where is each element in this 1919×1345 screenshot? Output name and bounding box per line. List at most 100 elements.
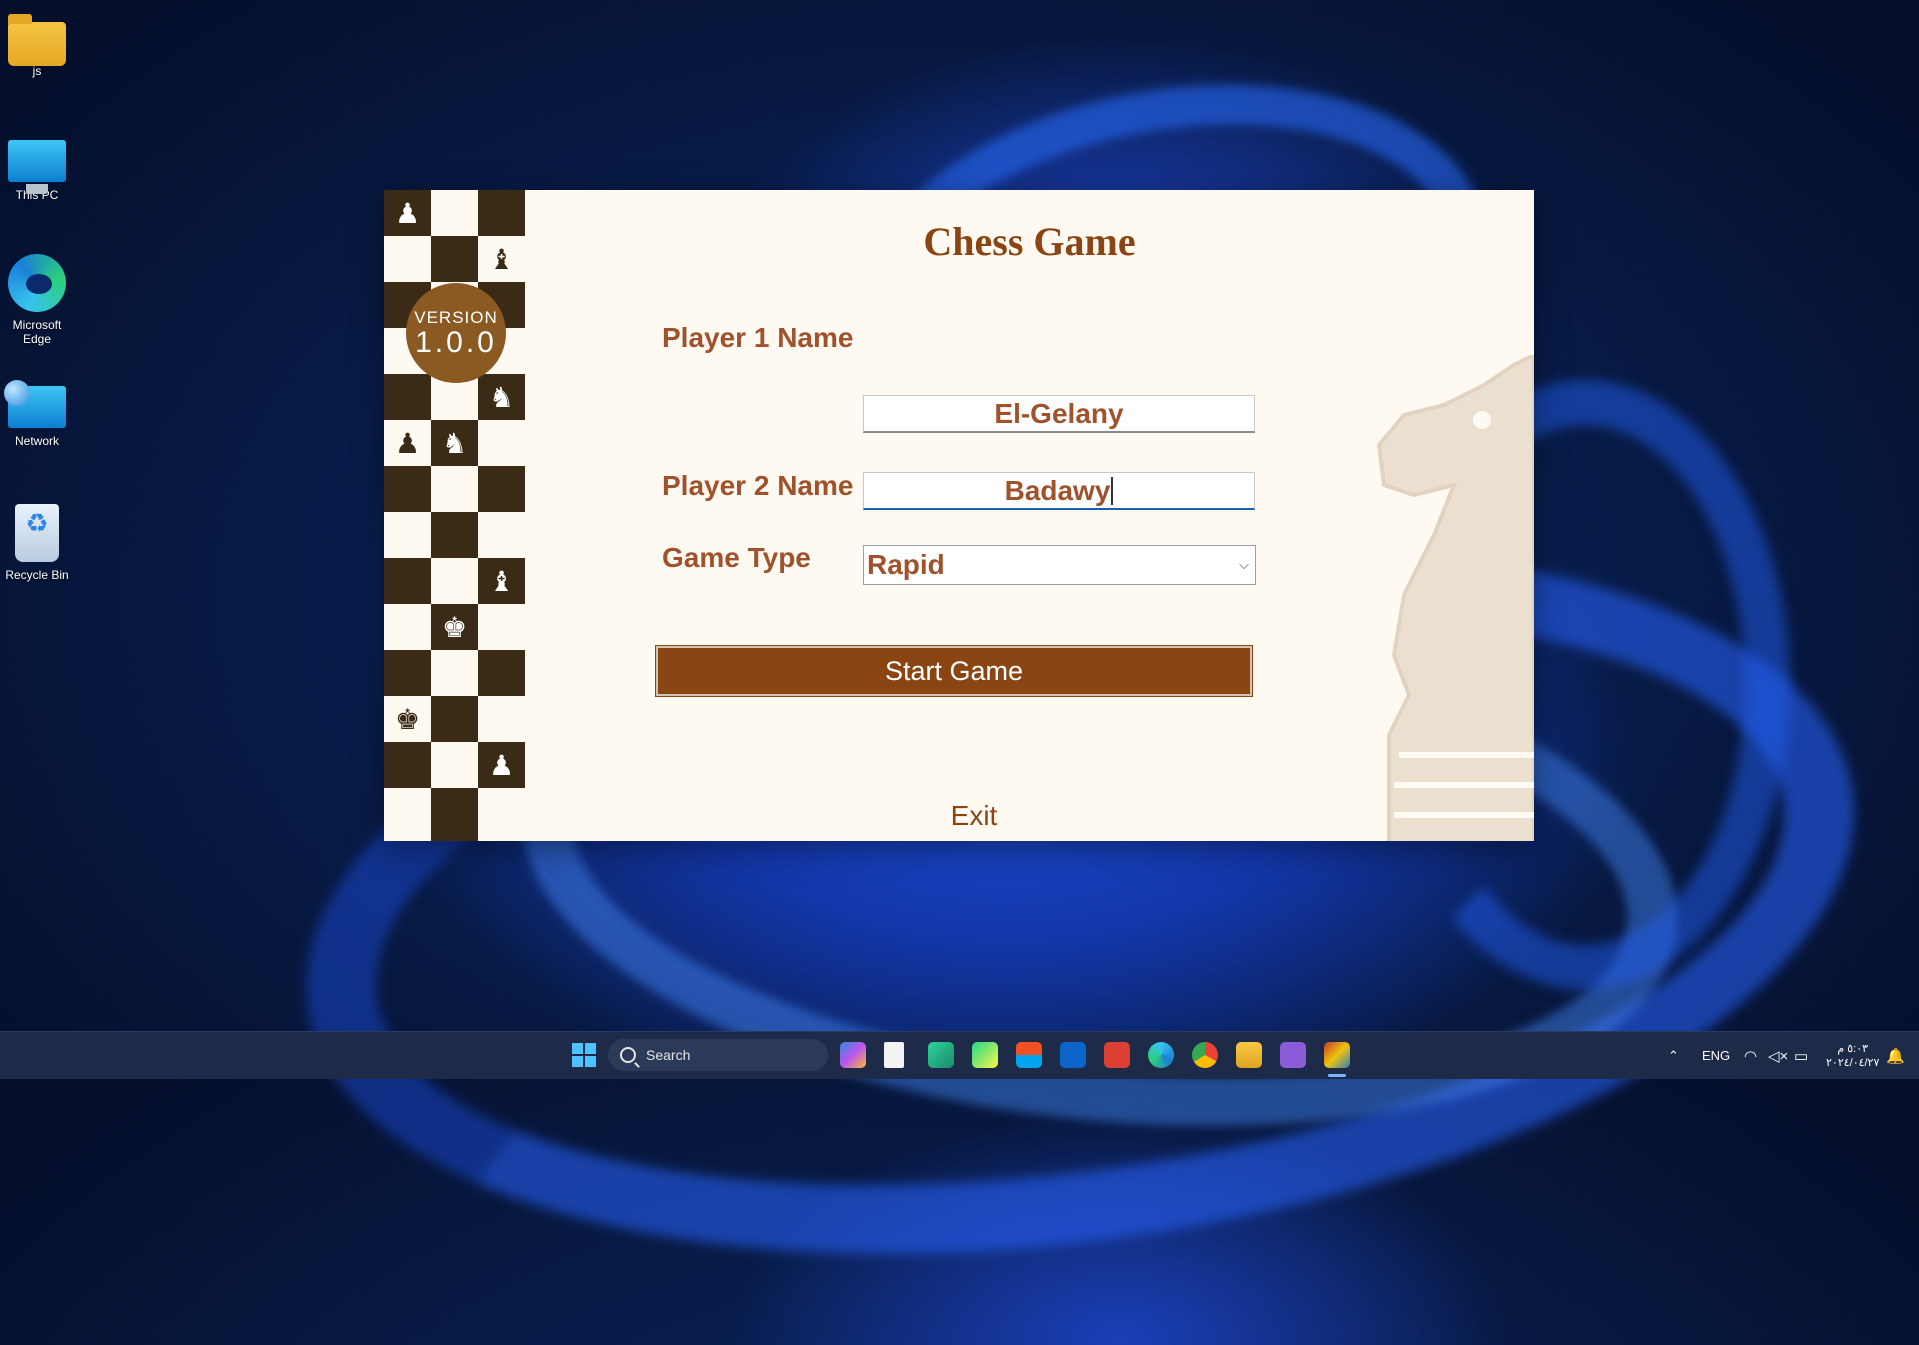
board-square	[478, 604, 525, 650]
todoist-icon[interactable]	[1104, 1042, 1130, 1068]
player2-name-field[interactable]: Badawy	[863, 472, 1255, 510]
game-type-label: Game Type	[662, 542, 811, 573]
board-square: ♚	[384, 696, 431, 742]
taskbar-search[interactable]: Search	[608, 1039, 828, 1071]
board-square	[431, 650, 478, 696]
board-square: ♞	[478, 374, 525, 420]
folder-icon	[8, 14, 66, 66]
explorer-icon[interactable]	[1236, 1042, 1262, 1068]
chessboard-strip: ♟ ♝ ♞ ♟ ♞ ♝ ♚ ♚ ♟ VERSION 1.0.0	[384, 190, 525, 841]
desktop-icon-network[interactable]: Network	[0, 380, 74, 448]
king-icon: ♚	[394, 703, 421, 735]
exit-button[interactable]: Exit	[924, 800, 1024, 832]
board-square	[431, 696, 478, 742]
board-square	[431, 558, 478, 604]
knight-watermark-icon	[1376, 355, 1534, 841]
board-square	[478, 190, 525, 236]
board-square	[384, 558, 431, 604]
player1-name-value: El-Gelany	[994, 397, 1124, 429]
board-square	[431, 190, 478, 236]
board-square: ♟	[384, 190, 431, 236]
show-hidden-icons-chevron-icon[interactable]: ⌃	[1668, 1032, 1679, 1079]
bishop-icon: ♝	[488, 565, 515, 597]
chess-app-icon[interactable]	[1324, 1042, 1350, 1068]
edge-icon[interactable]	[1148, 1042, 1174, 1068]
start-icon[interactable]	[571, 1042, 597, 1068]
taskbar: Search ⌃ ENG ◠ ◁× ▭ ٥:٠٣ م ٢٠٢٤/٠٤/٢٧ 🔔	[0, 1031, 1919, 1079]
battery-icon[interactable]: ▭	[1794, 1032, 1808, 1079]
board-square	[478, 696, 525, 742]
page-title: Chess Game	[923, 219, 1136, 264]
board-square	[478, 466, 525, 512]
board-square: ♟	[384, 420, 431, 466]
volume-muted-icon[interactable]: ◁×	[1768, 1032, 1788, 1079]
board-square	[431, 788, 478, 841]
desktop-icon-label: Microsoft Edge	[12, 318, 62, 346]
desktop-icon-this-pc[interactable]: This PC	[0, 136, 74, 202]
board-square	[384, 742, 431, 788]
desktop-icon-label: js	[32, 64, 42, 78]
board-square	[384, 604, 431, 650]
board-square: ♝	[478, 236, 525, 282]
board-square	[431, 466, 478, 512]
desktop-icon-js[interactable]: js	[0, 14, 74, 78]
player2-label: Player 2 Name	[662, 470, 854, 501]
clock-time: ٥:٠٣ م	[1837, 1042, 1869, 1055]
board-square	[478, 650, 525, 696]
computer-icon	[8, 140, 66, 194]
start-game-button[interactable]: Start Game	[656, 646, 1252, 696]
text-caret	[1111, 476, 1114, 505]
pycharm-icon[interactable]	[972, 1042, 998, 1068]
board-square: ♞	[431, 420, 478, 466]
knight-icon: ♞	[488, 381, 515, 413]
chrome-icon[interactable]	[1192, 1042, 1218, 1068]
board-square	[384, 374, 431, 420]
board-square	[478, 420, 525, 466]
clock-date: ٢٠٢٤/٠٤/٢٧	[1826, 1056, 1880, 1069]
pawn-icon: ♟	[394, 197, 421, 229]
version-label: VERSION	[414, 308, 498, 327]
network-icon	[4, 380, 66, 428]
chevron-down-icon[interactable]: ⌵	[1239, 546, 1249, 584]
board-square: ♟	[478, 742, 525, 788]
desktop-icon-label: Network	[14, 434, 59, 448]
file-icon[interactable]	[884, 1042, 904, 1068]
edge-icon	[8, 254, 66, 312]
board-square	[384, 466, 431, 512]
king-icon: ♚	[441, 611, 468, 643]
board-square	[431, 236, 478, 282]
notification-bell-icon[interactable]: 🔔	[1886, 1032, 1905, 1079]
version-number: 1.0.0	[415, 326, 497, 359]
clion-icon[interactable]	[928, 1042, 954, 1068]
knight-icon: ♞	[441, 427, 468, 459]
player1-label: Player 1 Name	[662, 322, 854, 353]
chess-app-window: ♟ ♝ ♞ ♟ ♞ ♝ ♚ ♚ ♟ VERSION 1.0.0 Chess Ga…	[384, 190, 1534, 841]
visual-studio-icon[interactable]	[1280, 1042, 1306, 1068]
language-indicator[interactable]: ENG	[1702, 1032, 1730, 1079]
desktop-icon-label: Recycle Bin	[5, 568, 69, 582]
board-square	[384, 650, 431, 696]
recycle-bin-icon	[15, 504, 59, 562]
pawn-icon: ♟	[488, 749, 515, 781]
search-icon	[620, 1047, 636, 1063]
wifi-icon[interactable]: ◠	[1744, 1032, 1757, 1079]
board-square: ♚	[431, 604, 478, 650]
board-square	[431, 742, 478, 788]
active-app-indicator	[1328, 1074, 1346, 1077]
game-type-select[interactable]: Rapid ⌵	[863, 545, 1256, 585]
copilot-icon[interactable]	[840, 1042, 866, 1068]
board-square	[384, 512, 431, 558]
store-icon[interactable]	[1016, 1042, 1042, 1068]
clock[interactable]: ٥:٠٣ م ٢٠٢٤/٠٤/٢٧	[1826, 1032, 1879, 1079]
player2-name-value: Badawy	[1004, 474, 1111, 506]
pawn-icon: ♟	[394, 427, 421, 459]
bishop-icon: ♝	[488, 243, 515, 275]
search-placeholder: Search	[646, 1047, 691, 1063]
player1-name-field[interactable]: El-Gelany	[863, 395, 1255, 433]
outlook-icon[interactable]	[1060, 1042, 1086, 1068]
desktop-icon-edge[interactable]: Microsoft Edge	[0, 254, 74, 346]
desktop-icon-recycle-bin[interactable]: Recycle Bin	[0, 504, 74, 582]
board-square: ♝	[478, 558, 525, 604]
board-square	[384, 788, 431, 841]
board-square	[478, 788, 525, 841]
